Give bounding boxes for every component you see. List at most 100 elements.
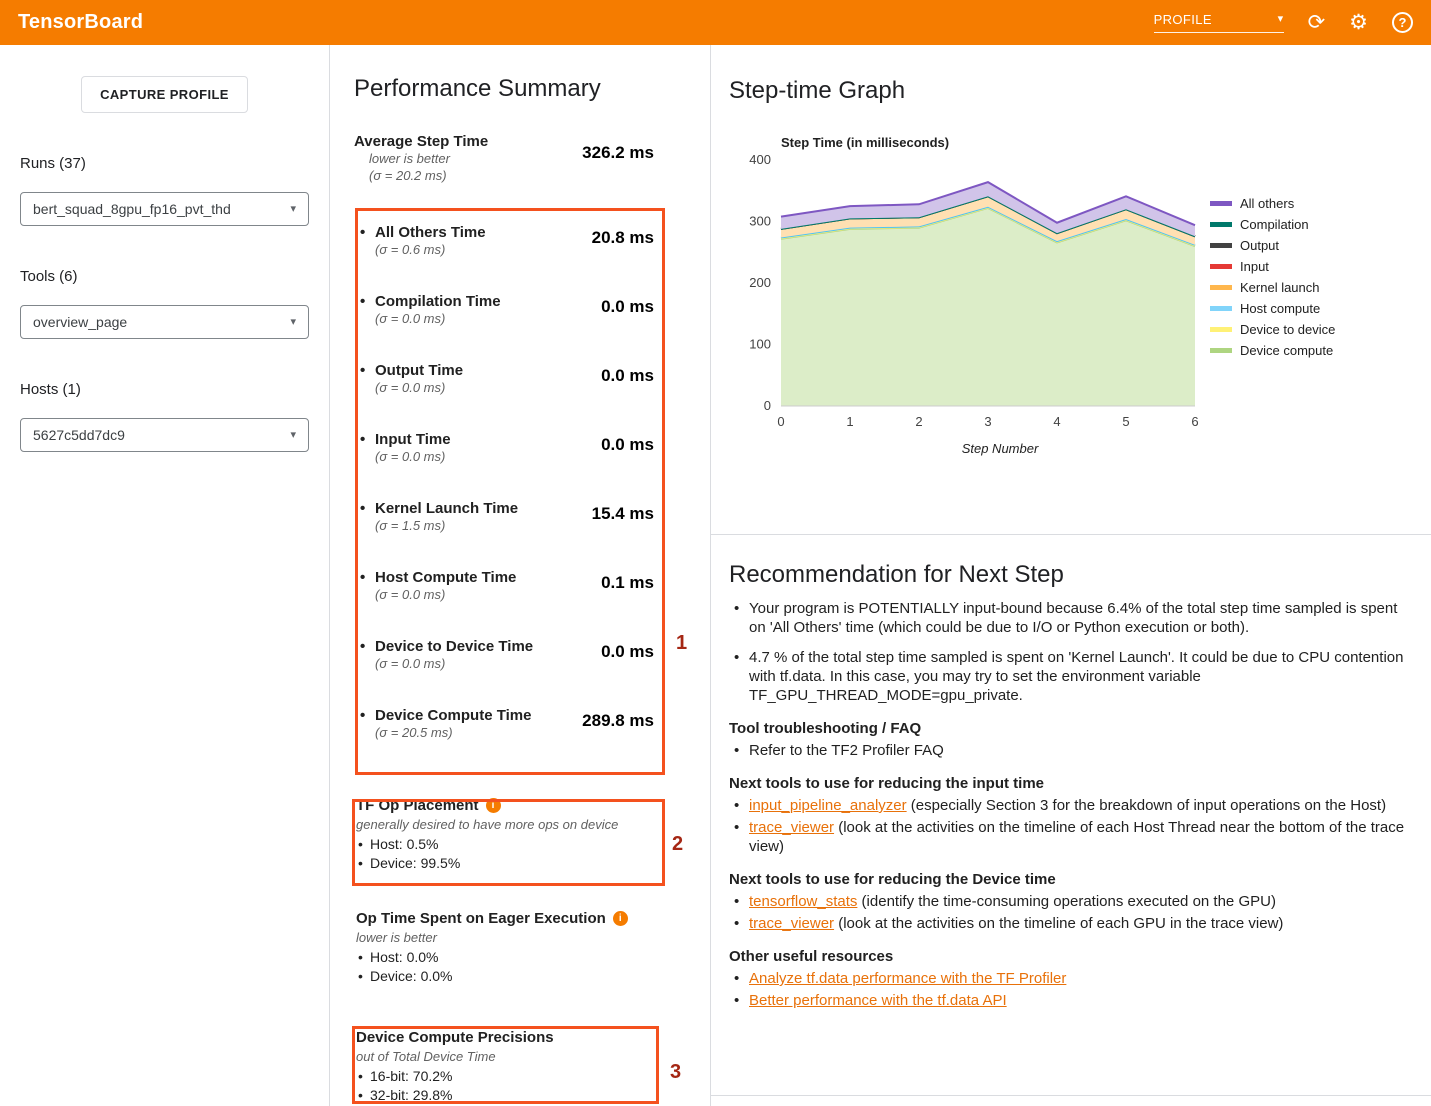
bullet-icon: • [360, 569, 375, 586]
metric-value: 0.0 ms [601, 435, 654, 455]
metric-sigma: (σ = 0.0 ms) [375, 448, 451, 465]
list-item: Device: 0.0% [356, 967, 710, 986]
svg-text:100: 100 [749, 337, 771, 352]
list-item: 32-bit: 29.8% [356, 1086, 710, 1105]
reload-icon[interactable]: ⟳ [1308, 12, 1326, 33]
svg-text:0: 0 [777, 414, 784, 429]
list-item: tensorflow_stats (identify the time-cons… [729, 892, 1411, 911]
info-icon[interactable]: i [613, 911, 628, 926]
metric-label: Average Step Time [354, 133, 488, 150]
hosts-group: Hosts (1) 5627c5dd7dc9 ▾ [20, 381, 309, 452]
help-icon[interactable]: ? [1392, 12, 1413, 33]
metric-row: •Device to Device Time (σ = 0.0 ms) 0.0 … [354, 628, 710, 697]
block-title: Op Time Spent on Eager Execution [356, 910, 606, 927]
capture-profile-button[interactable]: CAPTURE PROFILE [81, 76, 248, 113]
svg-text:1: 1 [846, 414, 853, 429]
svg-text:200: 200 [749, 275, 771, 290]
metric-sigma: (σ = 20.2 ms) [369, 167, 488, 184]
hosts-select[interactable]: 5627c5dd7dc9 ▾ [20, 418, 309, 452]
info-icon[interactable]: i [486, 798, 501, 813]
list-item: Analyze tf.data performance with the TF … [729, 969, 1411, 988]
link-better-performance-tfdata-api[interactable]: Better performance with the tf.data API [749, 992, 1007, 1009]
recommendation-title: Recommendation for Next Step [729, 561, 1411, 589]
link-trace-viewer[interactable]: trace_viewer [749, 819, 834, 836]
tools-select[interactable]: overview_page ▾ [20, 305, 309, 339]
metric-row: •Output Time (σ = 0.0 ms) 0.0 ms [354, 352, 710, 421]
right-panel: Step-time Graph Step Time (in millisecon… [711, 45, 1431, 1106]
chevron-down-icon: ▾ [1278, 14, 1284, 25]
svg-text:5: 5 [1122, 414, 1129, 429]
tools-label: Tools (6) [20, 268, 309, 285]
metric-label: Kernel Launch Time [375, 500, 518, 517]
tools-group: Tools (6) overview_page ▾ [20, 268, 309, 339]
metric-label: Device to Device Time [375, 638, 533, 655]
metric-value: 0.0 ms [601, 297, 654, 317]
dashboard-select[interactable]: PROFILE ▾ [1154, 12, 1284, 33]
metric-row: •Kernel Launch Time (σ = 1.5 ms) 15.4 ms [354, 490, 710, 559]
list-item: 16-bit: 70.2% [356, 1067, 710, 1086]
link-analyze-tfdata-performance[interactable]: Analyze tf.data performance with the TF … [749, 970, 1066, 987]
metric-label: All Others Time [375, 224, 486, 241]
metric-sigma: (σ = 0.0 ms) [375, 586, 516, 603]
recommendation-section: Recommendation for Next Step Your progra… [711, 535, 1431, 1010]
bullet-icon: • [360, 362, 375, 379]
dashboard-select-value: PROFILE [1154, 12, 1212, 27]
legend-item: Kernel launch [1210, 277, 1335, 298]
link-trace-viewer[interactable]: trace_viewer [749, 915, 834, 932]
metric-sigma: (σ = 20.5 ms) [375, 724, 531, 741]
list-item: Better performance with the tf.data API [729, 991, 1411, 1010]
device-compute-precisions-block: Device Compute Precisions out of Total D… [354, 1029, 710, 1105]
bullet-icon: • [360, 431, 375, 448]
chart-title: Step Time (in milliseconds) [781, 135, 1431, 150]
legend-item: Host compute [1210, 298, 1335, 319]
metric-sigma: (σ = 1.5 ms) [375, 517, 518, 534]
average-step-time-row: Average Step Time lower is better (σ = 2… [354, 133, 710, 184]
metric-sigma: (σ = 0.0 ms) [375, 655, 533, 672]
list-item: Refer to the TF2 Profiler FAQ [729, 741, 1411, 760]
metric-label: Host Compute Time [375, 569, 516, 586]
legend-item: Device to device [1210, 319, 1335, 340]
metric-value: 0.0 ms [601, 642, 654, 662]
metric-row: •All Others Time (σ = 0.6 ms) 20.8 ms [354, 214, 710, 283]
metric-row: •Compilation Time (σ = 0.0 ms) 0.0 ms [354, 283, 710, 352]
topbar: TensorBoard PROFILE ▾ ⟳ ⚙ ? [0, 0, 1431, 45]
chevron-down-icon: ▾ [290, 430, 296, 441]
bullet-icon: • [360, 293, 375, 310]
list-item: Host: 0.5% [356, 835, 710, 854]
metric-value: 326.2 ms [582, 143, 654, 163]
link-input-pipeline-analyzer[interactable]: input_pipeline_analyzer [749, 797, 907, 814]
runs-select[interactable]: bert_squad_8gpu_fp16_pvt_thd ▾ [20, 192, 309, 226]
tf-op-placement-block: TF Op Placementi generally desired to ha… [354, 797, 710, 873]
list-item: trace_viewer (look at the activities on … [729, 914, 1411, 933]
block-subtitle: out of Total Device Time [356, 1049, 710, 1064]
svg-text:6: 6 [1191, 414, 1198, 429]
svg-text:2: 2 [915, 414, 922, 429]
legend-item: Compilation [1210, 214, 1335, 235]
list-item: Host: 0.0% [356, 948, 710, 967]
list-item: Your program is POTENTIALLY input-bound … [729, 599, 1411, 637]
rec-section-heading: Other useful resources [729, 948, 1411, 965]
metric-subtitle: lower is better [369, 150, 488, 167]
topbar-actions: PROFILE ▾ ⟳ ⚙ ? [1154, 12, 1413, 33]
rec-section-heading: Next tools to use for reducing the Devic… [729, 871, 1411, 888]
metric-sigma: (σ = 0.0 ms) [375, 310, 501, 327]
link-tensorflow-stats[interactable]: tensorflow_stats [749, 893, 857, 910]
metric-label: Input Time [375, 431, 451, 448]
legend-swatch [1210, 348, 1232, 353]
x-axis-label: Step Number [793, 441, 1207, 456]
block-title: Device Compute Precisions [356, 1029, 554, 1046]
metric-value: 289.8 ms [582, 711, 654, 731]
gear-icon[interactable]: ⚙ [1349, 12, 1368, 33]
svg-text:300: 300 [749, 214, 771, 229]
metric-label: Compilation Time [375, 293, 501, 310]
block-subtitle: generally desired to have more ops on de… [356, 817, 710, 832]
stacked-area-chart: 01002003004000123456 [741, 152, 1203, 434]
metric-row: •Host Compute Time (σ = 0.0 ms) 0.1 ms [354, 559, 710, 628]
metric-value: 0.1 ms [601, 573, 654, 593]
eager-execution-block: Op Time Spent on Eager Executioni lower … [354, 910, 710, 986]
legend-item: Output [1210, 235, 1335, 256]
runs-label: Runs (37) [20, 155, 309, 172]
legend-swatch [1210, 285, 1232, 290]
list-item: Device: 99.5% [356, 854, 710, 873]
legend-item: Input [1210, 256, 1335, 277]
